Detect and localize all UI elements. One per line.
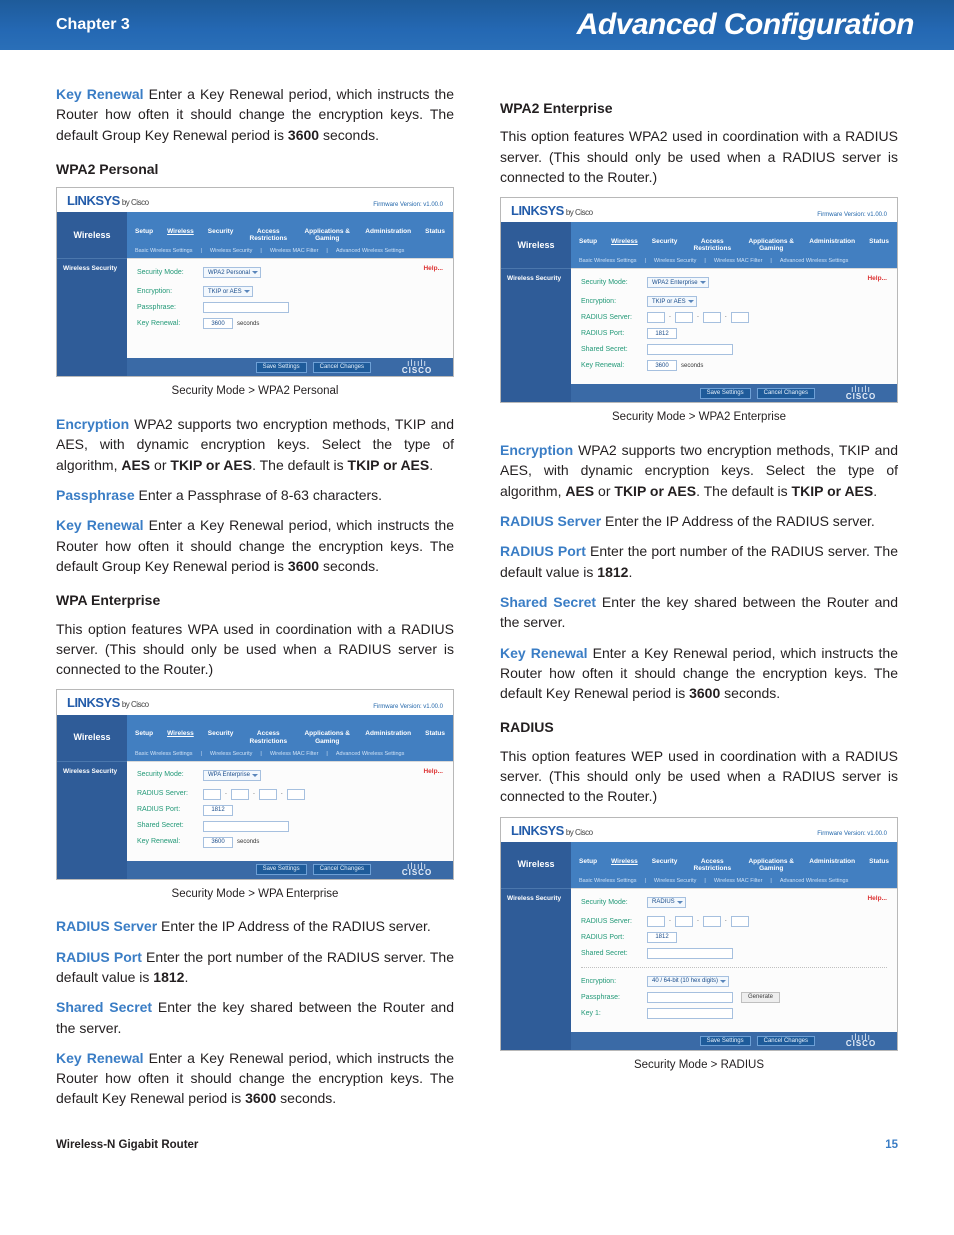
para-radius-intro: This option features WEP used in coordin… <box>500 746 898 807</box>
radius-server-ip[interactable]: ... <box>203 789 305 800</box>
radius-port-input[interactable]: 1812 <box>203 805 233 816</box>
help-link[interactable]: Help... <box>423 768 443 775</box>
lbl-encryption: Encryption: <box>137 288 203 296</box>
help-link[interactable]: Help... <box>867 895 887 902</box>
caption-fig1: Security Mode > WPA2 Personal <box>56 383 454 400</box>
para-key-renewal-3: Key Renewal Enter a Key Renewal period, … <box>56 1048 454 1109</box>
save-button[interactable]: Save Settings <box>256 362 307 373</box>
cancel-button[interactable]: Cancel Changes <box>757 388 815 399</box>
bold: 3600 <box>288 127 319 143</box>
figure-header: LINKSYSby Cisco Firmware Version: v1.00.… <box>57 188 453 212</box>
footer-page: 15 <box>885 1139 898 1151</box>
para-encryption-r: Encryption WPA2 supports two encryption … <box>500 440 898 501</box>
form-area: Help... Security Mode:WPA2 Personal Encr… <box>127 258 453 358</box>
figure-wpa2-enterprise: LINKSYSby CiscoFirmware Version: v1.00.0… <box>500 197 898 403</box>
figure-wpa2-personal: LINKSYSby Cisco Firmware Version: v1.00.… <box>56 187 454 377</box>
page-body: Key Renewal Enter a Key Renewal period, … <box>0 50 954 1139</box>
chapter-label: Chapter 3 <box>56 16 130 34</box>
encryption-select[interactable]: 40 / 64-bit (10 hex digits) <box>647 976 729 987</box>
key-renewal-input[interactable]: 3600 <box>203 837 233 848</box>
para-wpa-enterprise-intro: This option features WPA used in coordin… <box>56 619 454 680</box>
generate-button[interactable]: Generate <box>741 992 780 1003</box>
save-button[interactable]: Save Settings <box>700 388 751 399</box>
security-mode-select[interactable]: RADIUS <box>647 897 686 908</box>
figure-radius: LINKSYSby CiscoFirmware Version: v1.00.0… <box>500 817 898 1051</box>
figure-wpa-enterprise: LINKSYSby CiscoFirmware Version: v1.00.0… <box>56 689 454 879</box>
heading-wpa2-enterprise: WPA2 Enterprise <box>500 98 898 118</box>
page-footer: Wireless-N Gigabit Router 15 <box>0 1139 954 1171</box>
para-radius-server: RADIUS Server Enter the IP Address of th… <box>56 916 454 936</box>
cancel-button[interactable]: Cancel Changes <box>313 362 371 373</box>
side-label: Wireless Security <box>57 258 127 358</box>
figure-footer: Save Settings Cancel Changes ılıılı CISC… <box>57 358 453 376</box>
encryption-select[interactable]: TKIP or AES <box>203 286 253 297</box>
para-passphrase: Passphrase Enter a Passphrase of 8-63 ch… <box>56 485 454 505</box>
nav-subtabs[interactable]: Basic Wireless Settings|Wireless Securit… <box>571 256 897 268</box>
para-radius-port: RADIUS Port Enter the port number of the… <box>56 947 454 988</box>
nav-section: Wireless <box>57 212 127 258</box>
radius-port-input[interactable]: 1812 <box>647 932 677 943</box>
caption-fig2: Security Mode > WPA Enterprise <box>56 886 454 903</box>
nav-subtabs[interactable]: Basic Wireless Settings|Wireless Securit… <box>571 876 897 888</box>
para-key-renewal-1: Key Renewal Enter a Key Renewal period, … <box>56 84 454 145</box>
cancel-button[interactable]: Cancel Changes <box>757 1036 815 1047</box>
radius-server-ip[interactable]: ... <box>647 916 749 927</box>
linksys-logo: LINKSYSby Cisco <box>67 194 149 208</box>
shared-secret-input[interactable] <box>203 821 289 832</box>
left-column: Key Renewal Enter a Key Renewal period, … <box>56 84 454 1119</box>
unit-seconds: seconds <box>237 321 259 328</box>
lbl-security-mode: Security Mode: <box>137 269 203 277</box>
passphrase-input[interactable] <box>203 302 289 313</box>
key1-input[interactable] <box>647 1008 733 1019</box>
cancel-button[interactable]: Cancel Changes <box>313 864 371 875</box>
shared-secret-input[interactable] <box>647 948 733 959</box>
save-button[interactable]: Save Settings <box>256 864 307 875</box>
nav-tabs[interactable]: SetupWirelessSecurityAccess Restrictions… <box>127 720 453 748</box>
help-link[interactable]: Help... <box>867 275 887 282</box>
encryption-select[interactable]: TKIP or AES <box>647 296 697 307</box>
nav-tabs[interactable]: Setup Wireless Security Access Restricti… <box>127 218 453 246</box>
para-wpa2-enterprise-intro: This option features WPA2 used in coordi… <box>500 126 898 187</box>
cisco-logo: ılıılı CISCO <box>389 360 445 374</box>
radius-server-ip[interactable]: ... <box>647 312 749 323</box>
heading-radius: RADIUS <box>500 717 898 737</box>
nav-subtabs[interactable]: Basic Wireless Settings|Wireless Securit… <box>127 749 453 761</box>
para-key-renewal-r: Key Renewal Enter a Key Renewal period, … <box>500 643 898 704</box>
right-column: WPA2 Enterprise This option features WPA… <box>500 84 898 1119</box>
radius-port-input[interactable]: 1812 <box>647 328 677 339</box>
caption-fig4: Security Mode > RADIUS <box>500 1057 898 1074</box>
firmware-version: Firmware Version: v1.00.0 <box>373 202 443 209</box>
heading-wpa2-personal: WPA2 Personal <box>56 159 454 179</box>
key-renewal-input[interactable]: 3600 <box>203 318 233 329</box>
security-mode-select[interactable]: WPA2 Enterprise <box>647 277 709 288</box>
para-radius-server-r: RADIUS Server Enter the IP Address of th… <box>500 511 898 531</box>
para-key-renewal-2: Key Renewal Enter a Key Renewal period, … <box>56 515 454 576</box>
heading-wpa-enterprise: WPA Enterprise <box>56 590 454 610</box>
passphrase-input[interactable] <box>647 992 733 1003</box>
save-button[interactable]: Save Settings <box>700 1036 751 1047</box>
term: Key Renewal <box>56 86 144 102</box>
nav-tabs[interactable]: SetupWirelessSecurityAccess Restrictions… <box>571 848 897 876</box>
security-mode-select[interactable]: WPA2 Personal <box>203 267 261 278</box>
caption-fig3: Security Mode > WPA2 Enterprise <box>500 409 898 426</box>
lbl-passphrase: Passphrase: <box>137 304 203 312</box>
para-radius-port-r: RADIUS Port Enter the port number of the… <box>500 541 898 582</box>
footer-product: Wireless-N Gigabit Router <box>56 1139 198 1151</box>
para-shared-secret: Shared Secret Enter the key shared betwe… <box>56 997 454 1038</box>
key-renewal-input[interactable]: 3600 <box>647 360 677 371</box>
nav-wrap: Wireless Setup Wireless Security Access … <box>57 212 453 258</box>
shared-secret-input[interactable] <box>647 344 733 355</box>
help-link[interactable]: Help... <box>423 265 443 272</box>
nav-subtabs[interactable]: Basic Wireless Settings| Wireless Securi… <box>127 246 453 258</box>
para-encryption: Encryption WPA2 supports two encryption … <box>56 414 454 475</box>
lbl-key-renewal: Key Renewal: <box>137 320 203 328</box>
nav-tabs[interactable]: SetupWirelessSecurityAccess Restrictions… <box>571 228 897 256</box>
para-shared-secret-r: Shared Secret Enter the key shared betwe… <box>500 592 898 633</box>
text: seconds. <box>319 127 379 143</box>
page-title: Advanced Configuration <box>577 8 914 42</box>
header-band: Chapter 3 Advanced Configuration <box>0 0 954 50</box>
security-mode-select[interactable]: WPA Enterprise <box>203 770 261 781</box>
